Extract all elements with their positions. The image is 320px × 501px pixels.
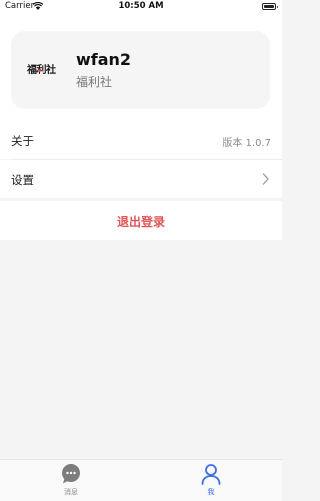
tab-messages[interactable]: 消息	[41, 463, 101, 499]
app-logo: 福利社	[27, 65, 56, 76]
status-bar: Carrier 10:50 AM	[0, 0, 282, 14]
profile-subtitle: 福利社	[76, 75, 113, 89]
logout-label: 退出登录	[116, 215, 165, 229]
tab-me-label: 我	[207, 488, 215, 496]
profile-card[interactable]: 福利社 wfan2 福利社	[11, 31, 270, 109]
logout-button[interactable]: 退出登录	[0, 201, 282, 240]
person-icon	[201, 464, 221, 485]
logo-dot-icon	[38, 69, 41, 72]
chat-bubble-icon	[62, 464, 80, 484]
status-time: 10:50 AM	[118, 1, 164, 11]
username: wfan2	[76, 50, 132, 69]
tab-bar: 消息 我	[0, 459, 282, 501]
chevron-right-icon	[262, 173, 269, 185]
version-value: 版本 1.0.7	[222, 138, 271, 149]
settings-row[interactable]: 设置	[0, 160, 282, 198]
battery-icon	[262, 3, 278, 10]
settings-label: 设置	[11, 173, 34, 187]
about-label: 关于	[11, 134, 34, 148]
tab-me[interactable]: 我	[181, 463, 241, 499]
tab-messages-label: 消息	[64, 488, 78, 496]
about-row[interactable]: 关于 版本 1.0.7	[0, 121, 282, 159]
